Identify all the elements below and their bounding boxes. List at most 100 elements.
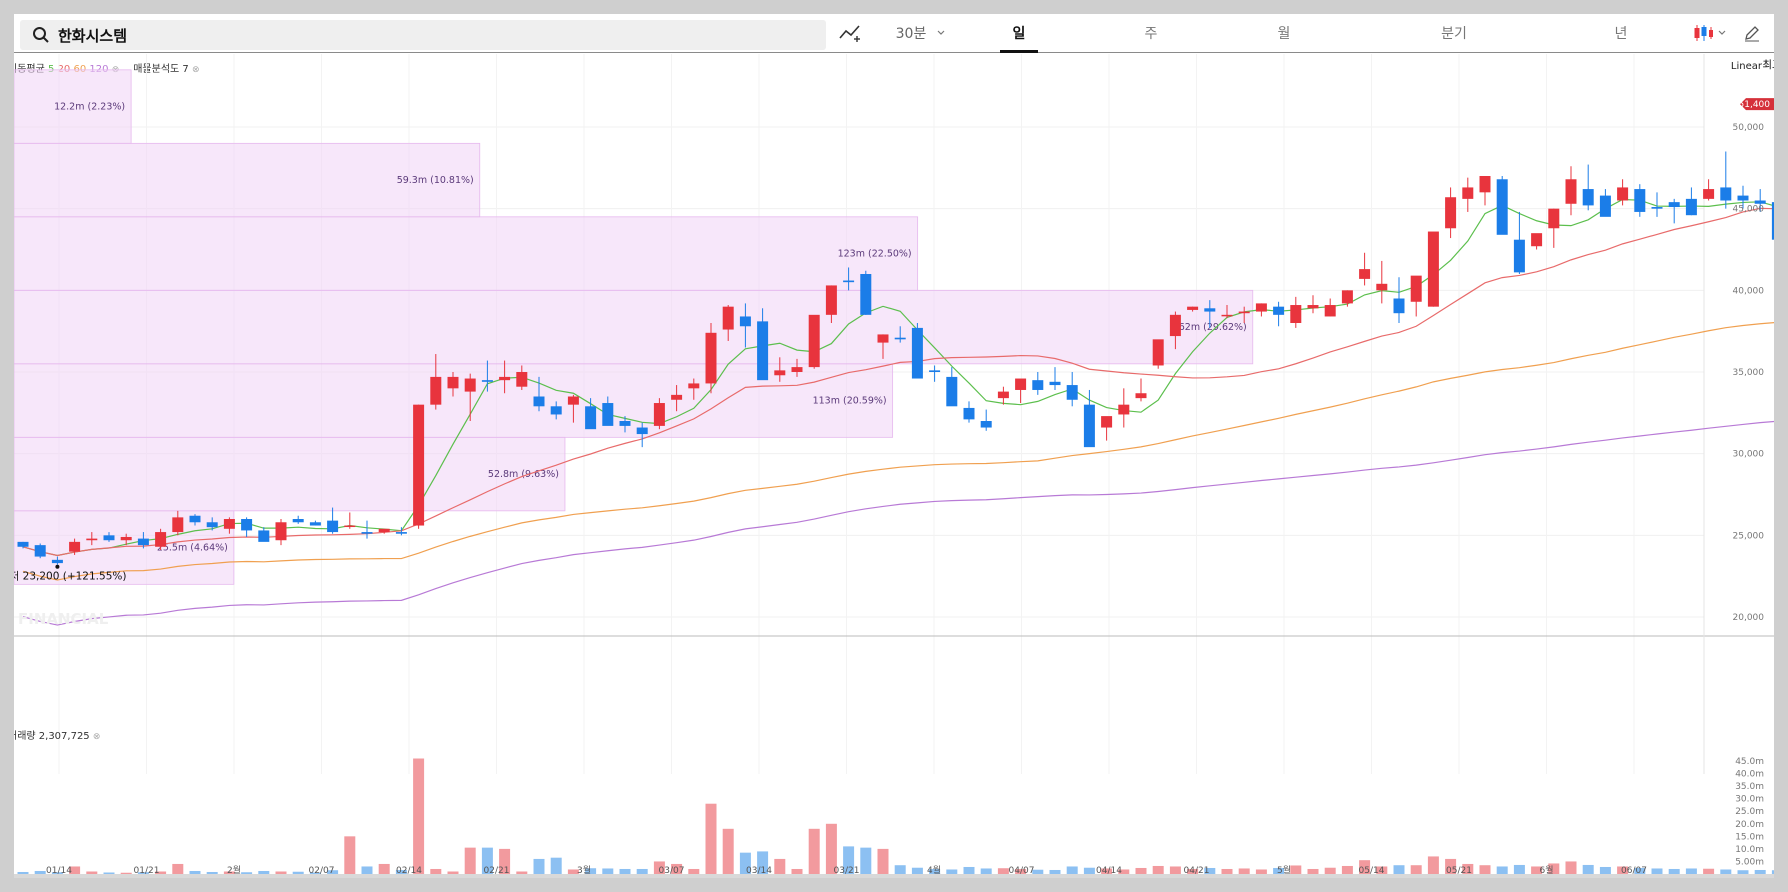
candle-body [1582, 189, 1594, 206]
candle-body [464, 378, 476, 392]
volume-bar [1049, 869, 1061, 874]
volume-bar [464, 847, 476, 874]
candle-body [1617, 187, 1629, 201]
price-tick-label: 25,000 [1733, 531, 1765, 541]
x-tick-label: 02/07 [309, 866, 335, 876]
volume-bar [189, 870, 201, 874]
volume-bar [378, 863, 390, 874]
volume-bar [1410, 865, 1422, 874]
candle-body [1548, 208, 1560, 229]
candle-body [1221, 314, 1233, 317]
candle-body [1737, 195, 1749, 201]
current-price-label: 51,400 [1739, 100, 1771, 110]
volume-bar [206, 871, 218, 874]
x-tick-label: 05/14 [1359, 866, 1385, 876]
x-tick-label: 5월 [1277, 864, 1291, 876]
candle-body [1771, 202, 1774, 240]
candle-body [1187, 306, 1199, 310]
volume-bar [1066, 866, 1078, 874]
candle-body [516, 372, 528, 387]
candle-body [395, 532, 407, 534]
volume-bar [1651, 868, 1663, 874]
price-tick-label: 30,000 [1733, 450, 1765, 460]
x-tick-label: 02/21 [484, 866, 510, 876]
volume-bar [808, 828, 820, 874]
volume-bar [1720, 869, 1732, 874]
x-tick-label: 03/07 [659, 866, 685, 876]
volume-bar [1324, 867, 1336, 874]
x-tick-label: 04/14 [1096, 866, 1122, 876]
candle-body [1754, 200, 1766, 204]
candle-body [499, 376, 511, 381]
candle-body [1445, 197, 1457, 229]
volume-bar [1668, 868, 1680, 874]
candle-body [688, 383, 700, 389]
candle-body [533, 396, 545, 407]
volume-profile-bar [14, 289, 1254, 365]
candle-body [1720, 187, 1732, 201]
candle-body [1032, 380, 1044, 390]
volume-bar [1599, 866, 1611, 874]
volume-label: 거래량 2,307,725 [14, 731, 90, 742]
volume-bar [344, 836, 356, 874]
x-tick-label: 03/21 [834, 866, 860, 876]
candle-body [894, 337, 906, 340]
volume-tick-label: 15.0m [1735, 832, 1764, 842]
candle-body [120, 536, 132, 541]
candle-body [1496, 179, 1508, 235]
close-icon[interactable]: ⊗ [93, 732, 101, 742]
candle-body [378, 528, 390, 533]
candle-body [877, 334, 889, 343]
candle-body [739, 316, 751, 327]
x-axis-band [14, 874, 1774, 878]
x-tick-label: 04/21 [1184, 866, 1210, 876]
candle-body [1703, 189, 1715, 199]
volume-profile-label: 52.8m (9.63%) [488, 469, 559, 480]
volume-bar [997, 868, 1009, 874]
app-window: 한화시스템 30분 일 주 월 분기 년 매물분석도 7 ⊗ Linear 12… [0, 0, 1788, 892]
candle-body [1307, 305, 1319, 309]
volume-bar [1703, 868, 1715, 874]
candle-body [1479, 176, 1491, 193]
candle-body [1066, 385, 1078, 400]
candle-body [86, 538, 98, 541]
price-chart[interactable]: 12.2m (2.23%) 59.3m (10.81%) 123m (22.50%)… [14, 14, 1774, 878]
x-tick-label: 06/07 [1621, 866, 1647, 876]
volume-bar [1135, 867, 1147, 874]
price-tick-label: 45,000 [1733, 205, 1765, 215]
volume-profile-bar [14, 216, 919, 291]
volume-legend: 거래량 2,307,725 ⊗ [14, 727, 100, 742]
volume-tick-label: 35.0m [1735, 782, 1764, 792]
volume-bar [877, 848, 889, 874]
candle-body [1376, 283, 1388, 291]
volume-bar [1513, 864, 1525, 874]
x-tick-label: 01/14 [46, 866, 72, 876]
candle-body [292, 519, 304, 523]
candle-body [1324, 305, 1336, 317]
volume-bar [1152, 865, 1164, 874]
x-tick-label: 04/07 [1009, 866, 1035, 876]
volume-bar [791, 868, 803, 874]
candle-body [447, 376, 459, 389]
volume-bar [722, 828, 734, 874]
volume-profile-label: 25.5m (4.64%) [157, 543, 228, 554]
candle-body [1169, 314, 1181, 337]
volume-profile-label: 12.2m (2.23%) [54, 102, 125, 113]
candle-body [825, 285, 837, 315]
candle-body [1049, 381, 1061, 386]
candle-body [1273, 306, 1285, 315]
volume-bar [1307, 868, 1319, 874]
volume-bar [1238, 868, 1250, 874]
candle-body [1359, 269, 1371, 279]
volume-bar [1479, 865, 1491, 874]
volume-bar [1685, 868, 1697, 874]
candle-body [602, 403, 614, 426]
volume-bar [550, 857, 562, 874]
candle-body [309, 522, 321, 526]
candle-body [1015, 378, 1027, 390]
candle-body [1462, 187, 1474, 199]
candle-body [1290, 305, 1302, 323]
candle-body [275, 522, 287, 541]
candle-body [1513, 239, 1525, 273]
volume-profile-label: 113m (20.59%) [813, 396, 887, 407]
